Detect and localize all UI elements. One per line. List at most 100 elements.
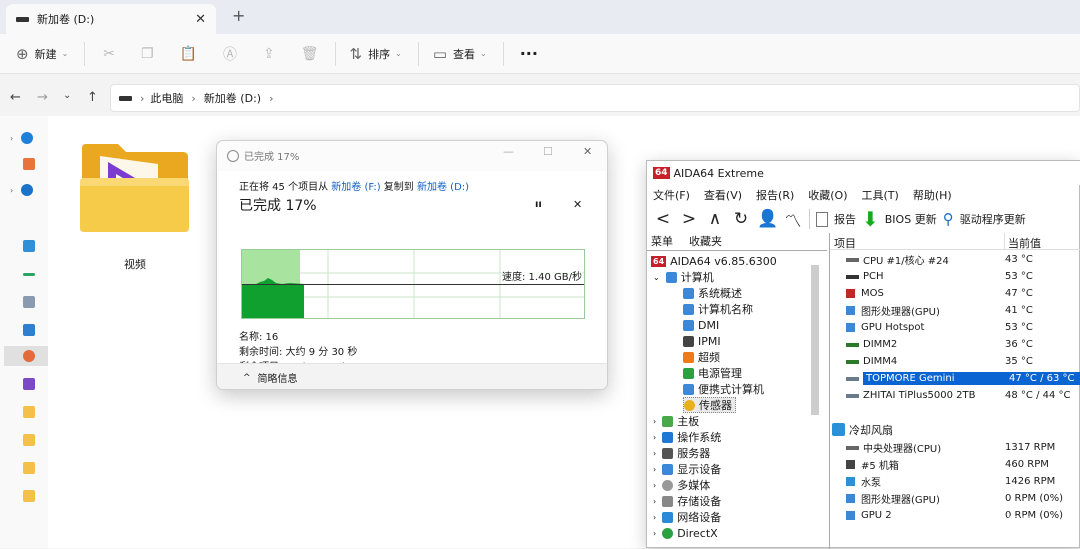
nav-item-music[interactable]: [4, 346, 48, 366]
table-row[interactable]: 图形处理器(GPU) 41 °C: [830, 302, 1080, 319]
maximize-icon[interactable]: ☐: [543, 145, 553, 158]
video-folder-icon[interactable]: [78, 142, 191, 234]
recent-chevron-icon[interactable]: ⌄: [63, 90, 71, 101]
driver-update-button[interactable]: 驱动程序更新: [960, 211, 1026, 227]
tree-directx[interactable]: › DirectX: [653, 525, 718, 541]
back-icon[interactable]: <: [653, 209, 673, 229]
address-bar[interactable]: › 此电脑 › 新加卷 (D:) ›: [110, 84, 1080, 112]
nav-item-folder[interactable]: [10, 402, 40, 422]
tree-item-summary[interactable]: 系统概述: [683, 285, 742, 301]
report-button[interactable]: 报告: [834, 211, 856, 227]
table-row[interactable]: DIMM2 36 °C: [830, 336, 1080, 353]
table-row-selected[interactable]: TOPMORE Gemini 47 °C / 63 °C: [830, 370, 1080, 387]
share-icon[interactable]: ⇪: [263, 46, 275, 62]
forward-icon[interactable]: →: [37, 90, 48, 105]
column-divider: [1004, 233, 1005, 250]
menu-file[interactable]: 文件(F): [653, 187, 690, 203]
benchmark-icon[interactable]: 〽: [783, 207, 803, 232]
tree-item-power[interactable]: 电源管理: [683, 365, 742, 381]
tree-storage[interactable]: › 存储设备: [653, 493, 721, 509]
tree-item-dmi[interactable]: DMI: [683, 317, 719, 333]
up-icon[interactable]: ↑: [87, 90, 98, 105]
table-row[interactable]: 图形处理器(GPU) 0 RPM (0%): [830, 490, 1080, 507]
nav-item-home[interactable]: [10, 154, 40, 174]
tree-item-portable[interactable]: 便携式计算机: [683, 381, 764, 397]
menu-favorites[interactable]: 收藏(O): [808, 187, 847, 203]
refresh-icon[interactable]: ↻: [731, 209, 751, 229]
aida-title-bar: 64 AIDA64 Extreme: [647, 161, 1080, 185]
bios-update-button[interactable]: BIOS 更新: [885, 211, 937, 227]
table-row[interactable]: MOS 47 °C: [830, 285, 1080, 302]
nav-item-desktop[interactable]: [10, 236, 40, 256]
view-button[interactable]: ▭ 查看 ⌄: [433, 45, 487, 63]
tree-scrollbar[interactable]: [811, 265, 819, 415]
dest-link[interactable]: 新加卷 (D:): [417, 182, 469, 193]
menu-tools[interactable]: 工具(T): [862, 187, 899, 203]
up-icon[interactable]: ∧: [705, 209, 725, 229]
more-icon[interactable]: ···: [520, 44, 538, 63]
view-icon: ▭: [432, 44, 447, 63]
folder-label[interactable]: 视频: [100, 256, 170, 272]
nav-item-onedrive[interactable]: ›: [10, 128, 40, 148]
user-icon[interactable]: 👤: [757, 209, 778, 229]
menu-report[interactable]: 报告(R): [756, 187, 794, 203]
tab-title: 新加卷 (D:): [37, 13, 95, 26]
col-value[interactable]: 当前值: [1008, 235, 1041, 251]
tree-server[interactable]: › 服务器: [653, 445, 710, 461]
nav-item-folder[interactable]: [10, 430, 40, 450]
nav-item-cloud[interactable]: ›: [10, 180, 40, 200]
table-row[interactable]: GPU Hotspot 53 °C: [830, 319, 1080, 336]
tree-computer[interactable]: ⌄ 计算机: [653, 269, 714, 285]
tree-item-name[interactable]: 计算机名称: [683, 301, 753, 317]
breadcrumb-drive[interactable]: 新加卷 (D:): [204, 90, 261, 106]
nav-item-videos[interactable]: [10, 374, 40, 394]
nav-item-documents[interactable]: [10, 292, 40, 312]
less-details-button[interactable]: ^ 简略信息: [243, 370, 298, 386]
tab-drive-d[interactable]: 新加卷 (D:) ✕: [6, 4, 216, 34]
sort-button[interactable]: ⇅ 排序 ⌄: [350, 45, 402, 63]
tree-network[interactable]: › 网络设备: [653, 509, 721, 525]
table-row[interactable]: DIMM4 35 °C: [830, 353, 1080, 370]
forward-icon[interactable]: >: [679, 209, 699, 229]
table-row[interactable]: 中央处理器(CPU) 1317 RPM: [830, 439, 1080, 456]
copy-icon[interactable]: ❐: [141, 46, 154, 62]
close-icon[interactable]: ✕: [583, 145, 592, 158]
close-tab-icon[interactable]: ✕: [195, 12, 206, 27]
back-icon[interactable]: ←: [10, 90, 21, 105]
watermark-text: 什么值得买: [968, 516, 1034, 531]
nav-item-folder[interactable]: [10, 458, 40, 478]
tree-multimedia[interactable]: › 多媒体: [653, 477, 710, 493]
table-row[interactable]: ZHITAI TiPlus5000 2TB 48 °C / 44 °C: [830, 387, 1080, 404]
nav-item-folder[interactable]: [10, 486, 40, 506]
delete-icon[interactable]: 🗑: [301, 46, 319, 62]
table-row[interactable]: 水泵 1426 RPM: [830, 473, 1080, 490]
table-row[interactable]: PCH 53 °C: [830, 268, 1080, 285]
tree-root[interactable]: 64 AIDA64 v6.85.6300: [651, 253, 777, 269]
menu-view[interactable]: 查看(V): [704, 187, 742, 203]
cancel-icon[interactable]: ✕: [573, 198, 582, 211]
paste-icon[interactable]: 📋: [180, 46, 197, 62]
nav-item-pictures[interactable]: [10, 320, 40, 340]
breadcrumb-this-pc[interactable]: 此电脑: [150, 90, 183, 106]
tree-item-ipmi[interactable]: IPMI: [683, 333, 721, 349]
table-row[interactable]: CPU #1/核心 #24 43 °C: [830, 251, 1080, 268]
tree-os[interactable]: › 操作系统: [653, 429, 721, 445]
menu-help[interactable]: 帮助(H): [913, 187, 952, 203]
rename-icon[interactable]: Ⓐ: [223, 44, 237, 64]
new-button[interactable]: ⊕ 新建 ⌄: [16, 45, 68, 63]
table-row[interactable]: #5 机箱 460 RPM: [830, 456, 1080, 473]
col-item[interactable]: 项目: [834, 235, 856, 251]
tree-item-overclock[interactable]: 超频: [683, 349, 720, 365]
tree-item-sensor[interactable]: 传感器: [683, 397, 736, 413]
aida-toolbar: < > ∧ ↻ 👤 〽 报告 ⬇ BIOS 更新 ⚲ 驱动程序更新: [647, 205, 1080, 233]
minimize-icon[interactable]: —: [503, 145, 514, 158]
nav-item-downloads[interactable]: [10, 264, 40, 284]
tab-favorites[interactable]: 收藏夹: [689, 233, 722, 249]
cut-icon[interactable]: ✂: [103, 46, 115, 62]
pause-icon[interactable]: ıı: [535, 199, 542, 210]
tab-menu[interactable]: 菜单: [651, 233, 673, 249]
tree-display[interactable]: › 显示设备: [653, 461, 721, 477]
source-link[interactable]: 新加卷 (F:): [331, 182, 380, 193]
tree-motherboard[interactable]: › 主板: [653, 413, 699, 429]
new-tab-button[interactable]: +: [232, 6, 245, 25]
